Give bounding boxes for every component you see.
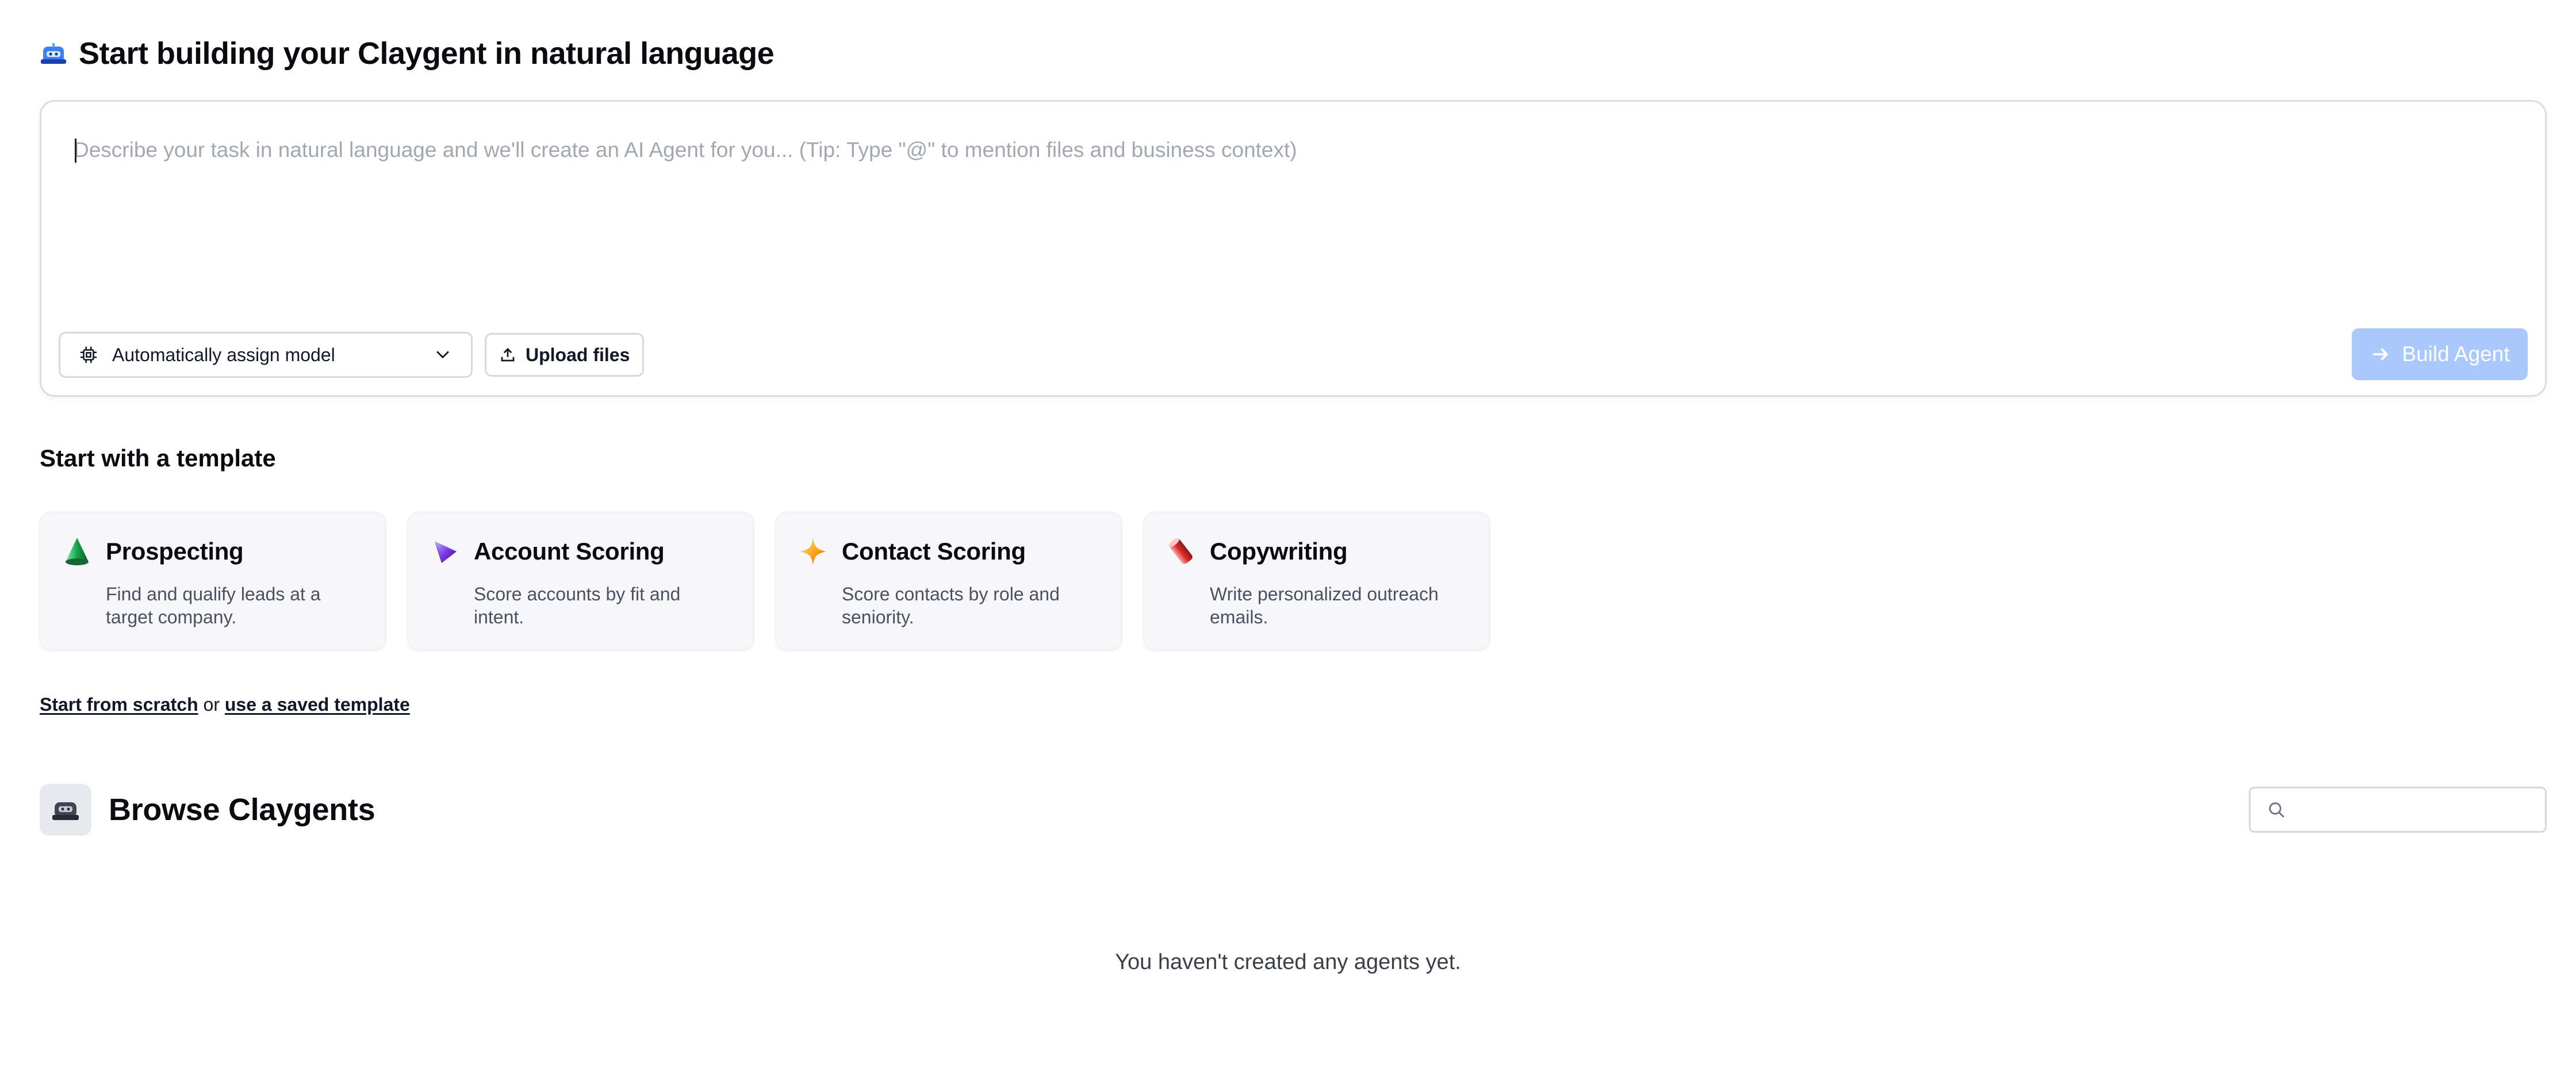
or-text: or [203, 694, 220, 715]
scratch-line: Start from scratch or use a saved templa… [40, 694, 410, 715]
build-agent-label: Build Agent [2402, 342, 2510, 366]
template-card-copywriting[interactable]: Copywriting Write personalized outreach … [1144, 512, 1490, 650]
upload-files-label: Upload files [526, 344, 630, 365]
template-description: Write personalized outreach emails. [1210, 584, 1439, 627]
template-description: Score contacts by role and seniority. [842, 584, 1060, 627]
page-title: Start building your Claygent in natural … [79, 36, 775, 71]
search-input[interactable] [2297, 798, 2540, 821]
search-box[interactable] [2249, 787, 2547, 833]
green-cone-icon [66, 538, 89, 565]
chevron-down-icon [436, 351, 449, 359]
template-card-contact-scoring[interactable]: Contact Scoring Score contacts by role a… [776, 512, 1122, 650]
prompt-input[interactable] [74, 136, 2512, 332]
template-card-account-scoring[interactable]: Account Scoring Score accounts by fit an… [408, 512, 754, 650]
model-select-value: Automatically assign model [112, 344, 335, 365]
template-title: Contact Scoring [842, 538, 1026, 565]
search-icon [2269, 802, 2284, 818]
claygent-builder-page: Start building your Claygent in natural … [0, 0, 2576, 1080]
template-description: Find and qualify leads at a target compa… [106, 584, 321, 627]
browse-icon-badge [40, 784, 91, 836]
gold-sparkle-icon [800, 538, 826, 565]
purple-prism-icon [435, 541, 457, 563]
robot-icon [52, 802, 79, 820]
template-title: Copywriting [1210, 538, 1348, 565]
build-agent-button[interactable]: Build Agent [2352, 328, 2528, 380]
arrow-right-icon [2373, 348, 2389, 361]
robot-icon [41, 43, 66, 64]
template-title: Account Scoring [474, 538, 665, 565]
chip-icon [80, 346, 97, 363]
start-from-scratch-link[interactable]: Start from scratch [40, 694, 198, 715]
browse-title: Browse Claygents [109, 792, 375, 827]
red-cylinder-icon [1168, 538, 1193, 564]
empty-state-message: You haven't created any agents yet. [1115, 950, 1461, 974]
browse-header: Browse Claygents [40, 784, 375, 836]
template-card-prospecting[interactable]: Prospecting Find and qualify leads at a … [40, 512, 386, 650]
template-description: Score accounts by fit and intent. [474, 584, 681, 627]
templates-heading: Start with a template [40, 445, 276, 472]
builder-header: Start building your Claygent in natural … [40, 36, 775, 71]
template-title: Prospecting [106, 538, 244, 565]
text-caret [75, 139, 76, 163]
model-select[interactable]: Automatically assign model [59, 332, 473, 378]
template-list: Prospecting Find and qualify leads at a … [40, 512, 1490, 650]
saved-template-link[interactable]: use a saved template [225, 694, 410, 715]
prompt-box: Automatically assign model Upload files … [40, 100, 2547, 397]
upload-icon [501, 348, 515, 362]
upload-files-button[interactable]: Upload files [485, 333, 645, 377]
